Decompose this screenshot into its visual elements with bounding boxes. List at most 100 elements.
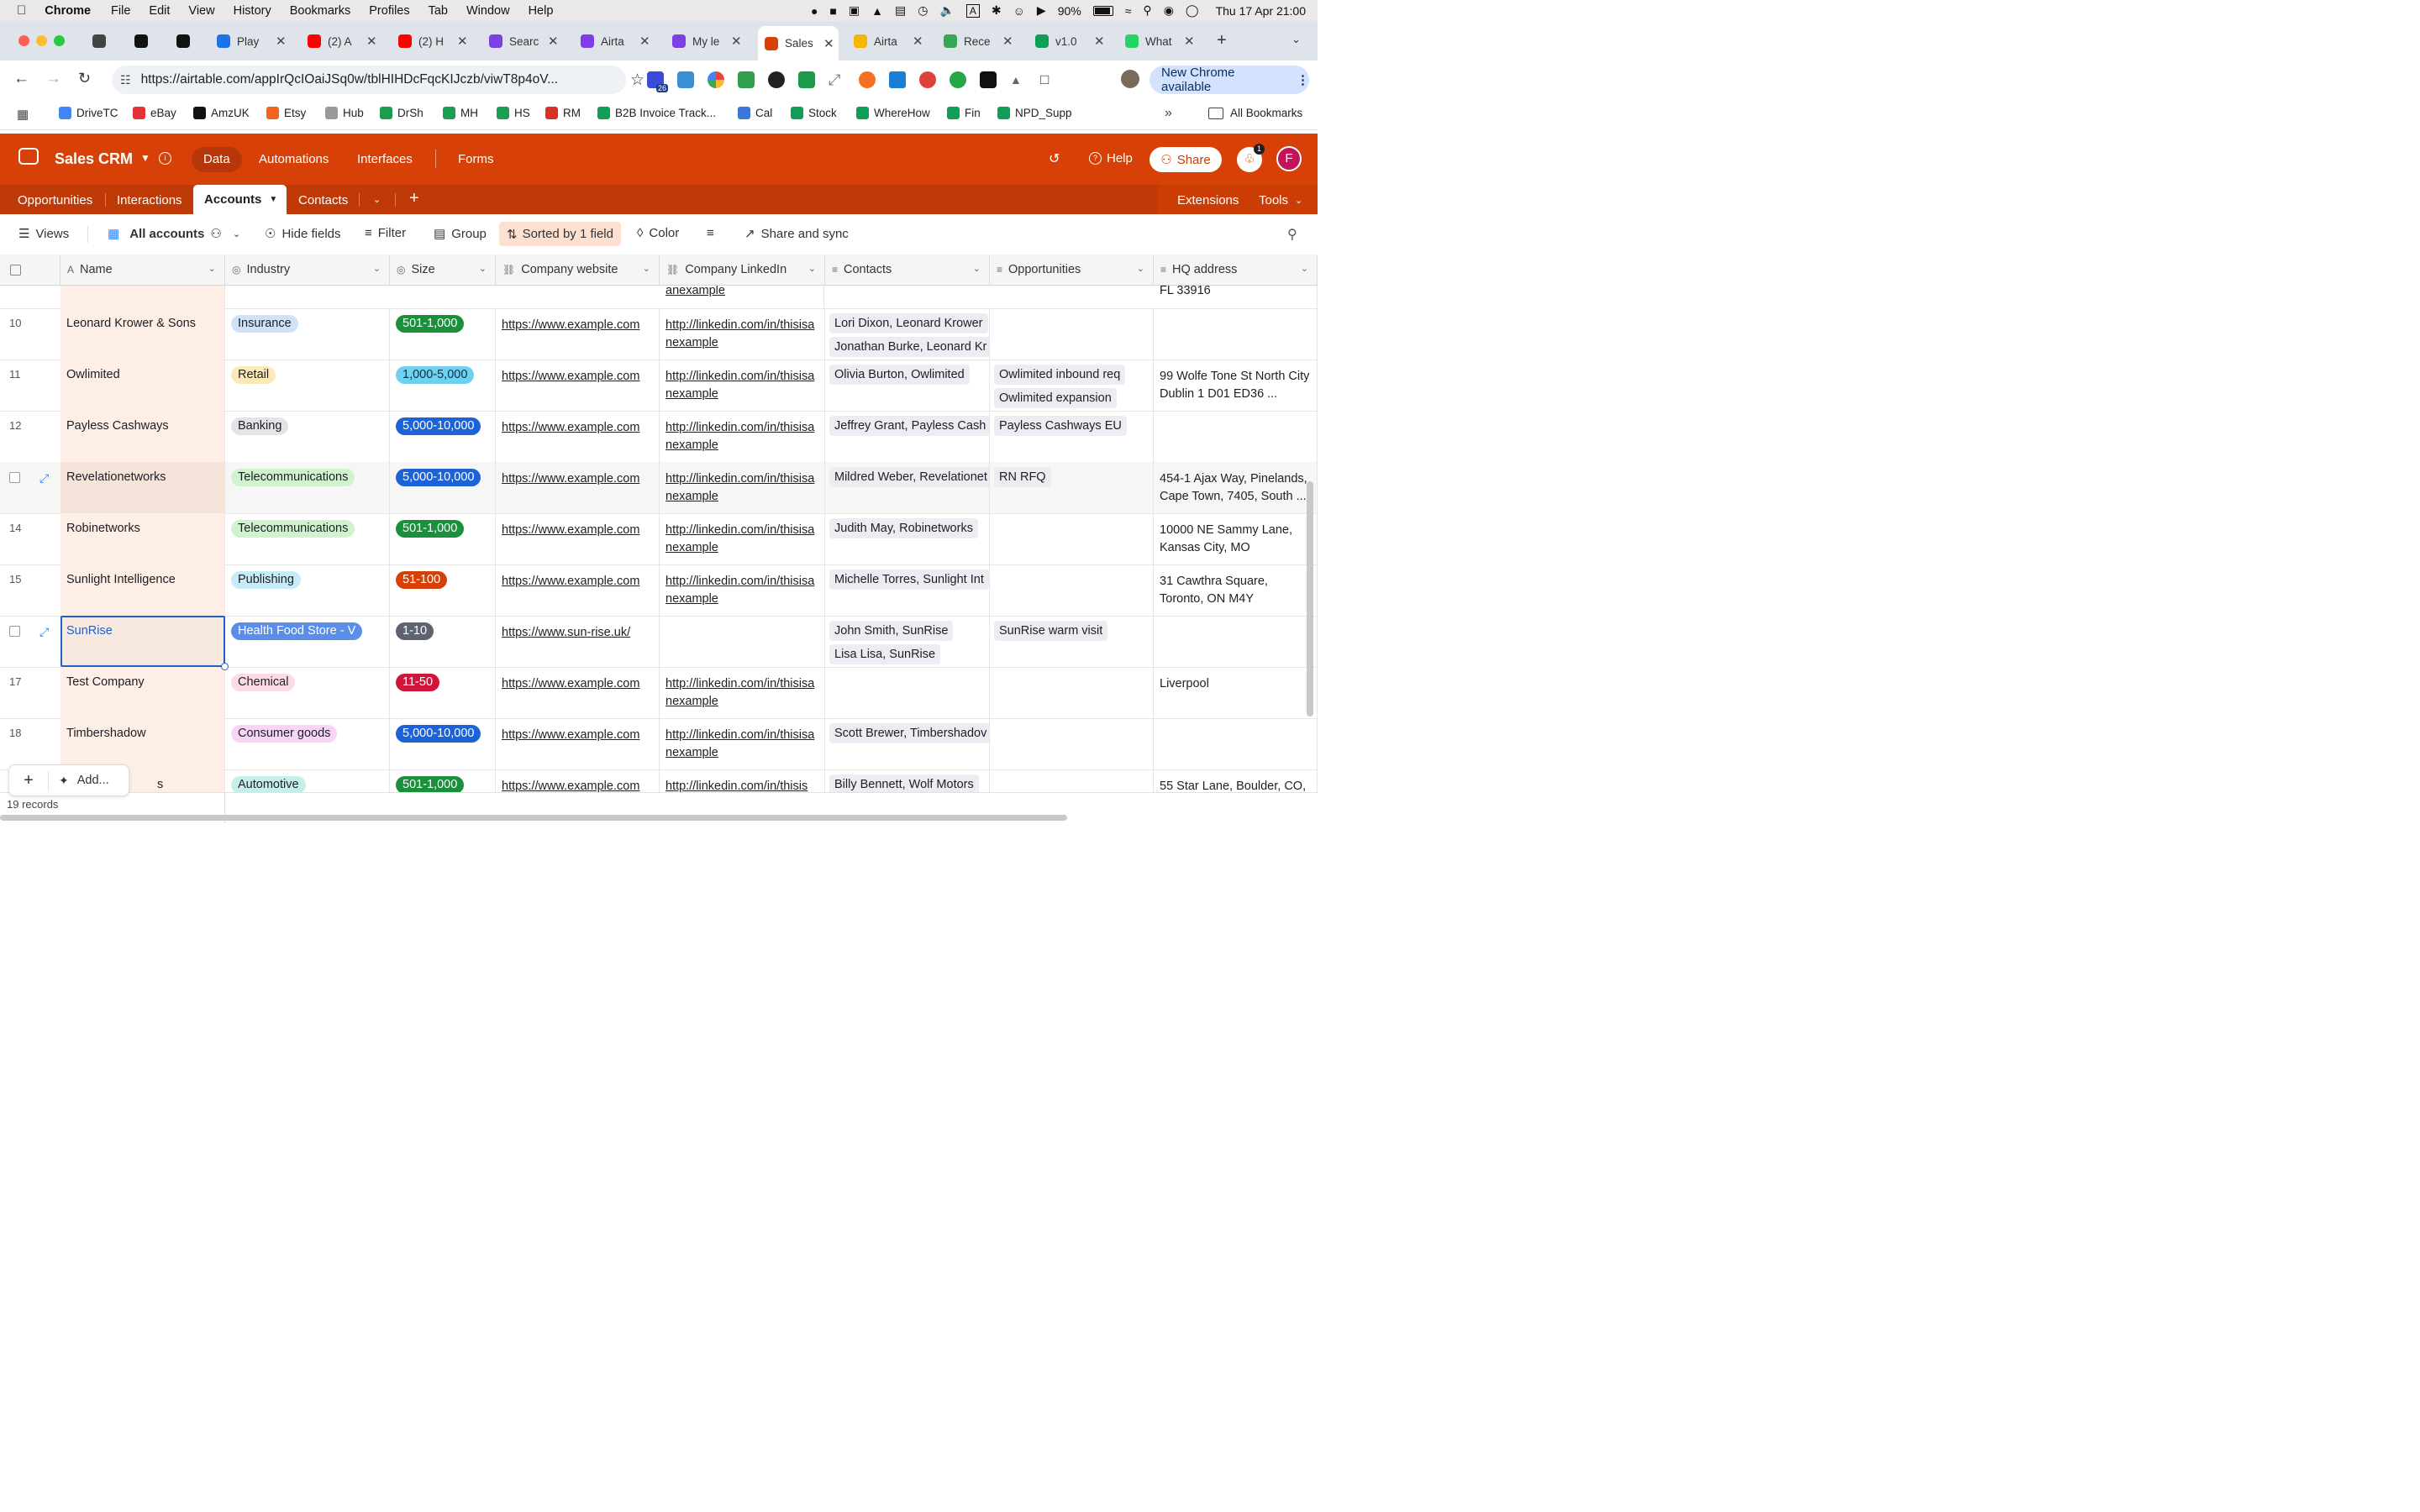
bluetooth-icon[interactable]: ✱ — [992, 3, 1002, 18]
help-button[interactable]: ? Help — [1089, 151, 1133, 165]
extensions-button[interactable]: Extensions — [1177, 193, 1239, 207]
close-tab-icon[interactable]: ✕ — [913, 34, 923, 49]
linkedin-cell[interactable]: http://linkedin.com/in/thisisanexample — [660, 718, 825, 769]
status-icon[interactable]: ▣ — [849, 3, 860, 18]
extension-icon[interactable] — [738, 71, 755, 88]
linkedin-link[interactable]: http://linkedin.com/in/thisisanexample — [666, 368, 817, 403]
close-tab-icon[interactable]: ✕ — [548, 34, 559, 49]
contacts-cell[interactable]: Judith May, Robinetworks — [825, 513, 990, 564]
back-icon[interactable]: ← — [13, 70, 29, 88]
bookmark-item[interactable]: Etsy — [266, 107, 306, 119]
opportunities-cell[interactable] — [990, 718, 1154, 769]
chevron-down-icon[interactable]: ⌄ — [973, 263, 981, 274]
bookmark-item[interactable]: Cal — [738, 107, 772, 119]
nav-automations[interactable]: Automations — [259, 152, 329, 166]
extensions-puzzle-icon[interactable]: □ — [1040, 71, 1057, 88]
browser-tab[interactable] — [92, 27, 124, 55]
table-row[interactable]: 14 Robinetworks Telecommunications 501-1,00… — [0, 513, 1318, 565]
website-link[interactable]: https://www.example.com — [502, 675, 639, 693]
contacts-cell[interactable]: Mildred Weber, Revelationet — [825, 462, 990, 513]
linkedin-link[interactable]: http://linkedin.com/in/thisisanexample — [666, 317, 817, 352]
user-avatar[interactable]: F — [1276, 146, 1302, 171]
linkedin-cell[interactable]: http://linkedin.com/in/thisisanexample — [660, 411, 825, 462]
notifications-button[interactable]: ♧ 1 — [1237, 144, 1265, 172]
linkedin-cell[interactable]: http://linkedin.com/in/thisis — [660, 769, 825, 792]
size-cell[interactable]: 1-10 — [390, 616, 496, 667]
website-link[interactable]: https://www.sun-rise.uk/ — [502, 624, 630, 642]
tab-accounts[interactable]: Accounts ▼ — [193, 185, 287, 214]
menu-edit[interactable]: Edit — [149, 4, 170, 18]
table-row[interactable]: 15 Sunlight Intelligence Publishing 51-100 h… — [0, 564, 1318, 617]
website-link[interactable]: https://www.example.com — [502, 778, 639, 792]
extension-icon[interactable] — [859, 71, 876, 88]
linked-opportunity-chip[interactable]: RN RFQ — [994, 467, 1051, 487]
website-cell[interactable]: https://www.example.com — [496, 769, 660, 792]
user-icon[interactable]: ☺ — [1013, 4, 1025, 18]
column-header[interactable]: ≡ Contacts ⌄ — [825, 255, 990, 285]
browser-tab[interactable]: (2) A ✕ — [308, 27, 392, 55]
battery-percent[interactable]: 90% — [1058, 4, 1081, 18]
extension-icon[interactable] — [677, 71, 694, 88]
base-logo-icon[interactable] — [18, 148, 39, 165]
add-table-icon[interactable]: + — [409, 189, 419, 208]
column-header[interactable]: ⛓ Company website ⌄ — [496, 255, 660, 285]
industry-cell[interactable]: Publishing — [225, 564, 390, 616]
bookmark-star-icon[interactable]: ☆ — [630, 71, 644, 90]
extension-icon[interactable] — [798, 71, 815, 88]
name-cell[interactable]: Test Company — [60, 667, 225, 718]
site-info-icon[interactable]: ☷ — [120, 73, 131, 87]
horizontal-scrollbar[interactable] — [0, 815, 1067, 821]
filter-button[interactable]: ≡ Filter — [365, 226, 406, 240]
reload-icon[interactable]: ↻ — [78, 70, 91, 87]
website-link[interactable]: https://www.example.com — [502, 573, 639, 591]
size-cell[interactable]: 1,000-5,000 — [390, 360, 496, 411]
menu-profiles[interactable]: Profiles — [369, 4, 409, 18]
status-icon[interactable]: ● — [811, 4, 818, 18]
website-cell[interactable]: https://www.sun-rise.uk/ — [496, 616, 660, 667]
views-button[interactable]: ☰ Views — [18, 226, 69, 242]
name-cell[interactable]: Timbershadow — [60, 718, 225, 769]
website-link[interactable]: https://www.example.com — [502, 419, 639, 437]
close-tab-icon[interactable]: ✕ — [366, 34, 377, 49]
table-row[interactable]: anexample FL 33916 — [0, 285, 1318, 309]
ai-add-icon[interactable]: ✦ — [59, 774, 69, 788]
chevron-down-icon[interactable]: ⌄ — [1137, 263, 1144, 274]
bookmark-item[interactable]: DriveTC — [59, 107, 118, 119]
status-icon[interactable]: ▲ — [871, 4, 883, 18]
browser-tab[interactable]: Play ✕ — [217, 27, 301, 55]
opportunities-cell[interactable] — [990, 513, 1154, 564]
input-source-icon[interactable]: A — [965, 3, 980, 18]
column-header[interactable]: ◎ Industry ⌄ — [225, 255, 390, 285]
all-tables-chevron-icon[interactable]: ⌄ — [373, 194, 381, 205]
search-icon[interactable]: ⚲ — [1143, 3, 1151, 18]
vertical-scrollbar[interactable] — [1307, 481, 1313, 717]
opportunities-cell[interactable]: Owlimited inbound req Owlimited expansion — [990, 360, 1154, 411]
name-cell[interactable]: Payless Cashways — [60, 411, 225, 462]
url-text[interactable]: https://airtable.com/appIrQcIOaiJSq0w/tb… — [141, 72, 558, 87]
add-record-ai-button[interactable]: Add... — [77, 774, 109, 787]
table-row[interactable]: s Automotive 501-1,000 https://www.example.… — [0, 769, 1318, 792]
linked-contact-chip[interactable]: Billy Bennett, Wolf Motors — [829, 774, 979, 792]
industry-cell[interactable]: Insurance — [225, 308, 390, 360]
browser-tab[interactable]: Searc ✕ — [489, 27, 573, 55]
size-cell[interactable]: 51-100 — [390, 564, 496, 616]
website-link[interactable]: https://www.example.com — [502, 522, 639, 539]
column-header[interactable]: ◎ Size ⌄ — [390, 255, 496, 285]
size-cell[interactable]: 501-1,000 — [390, 308, 496, 360]
linked-opportunity-chip[interactable]: Payless Cashways EU — [994, 416, 1127, 436]
browser-tab[interactable] — [134, 27, 166, 55]
all-bookmarks-folder[interactable]: All Bookmarks — [1208, 107, 1302, 119]
contacts-cell[interactable]: Lori Dixon, Leonard Krower Jonathan Burke… — [825, 308, 990, 360]
size-cell[interactable]: 501-1,000 — [390, 769, 496, 792]
menu-app-name[interactable]: Chrome — [45, 4, 91, 18]
browser-tab[interactable]: v1.0 ✕ — [1035, 27, 1119, 55]
table-row[interactable]: 17 Test Company Chemical 11-50 https://www.e… — [0, 667, 1318, 719]
history-icon[interactable]: ↺ — [1049, 150, 1060, 167]
linkedin-cell[interactable]: http://linkedin.com/in/thisisanexample — [660, 513, 825, 564]
name-cell[interactable] — [60, 285, 225, 308]
industry-cell[interactable]: Banking — [225, 411, 390, 462]
chevron-down-icon[interactable]: ⌄ — [1301, 263, 1308, 274]
linkedin-link[interactable]: http://linkedin.com/in/thisisanexample — [666, 419, 817, 454]
contacts-cell[interactable]: Michelle Torres, Sunlight Int — [825, 564, 990, 616]
row-checkbox[interactable] — [9, 626, 20, 637]
